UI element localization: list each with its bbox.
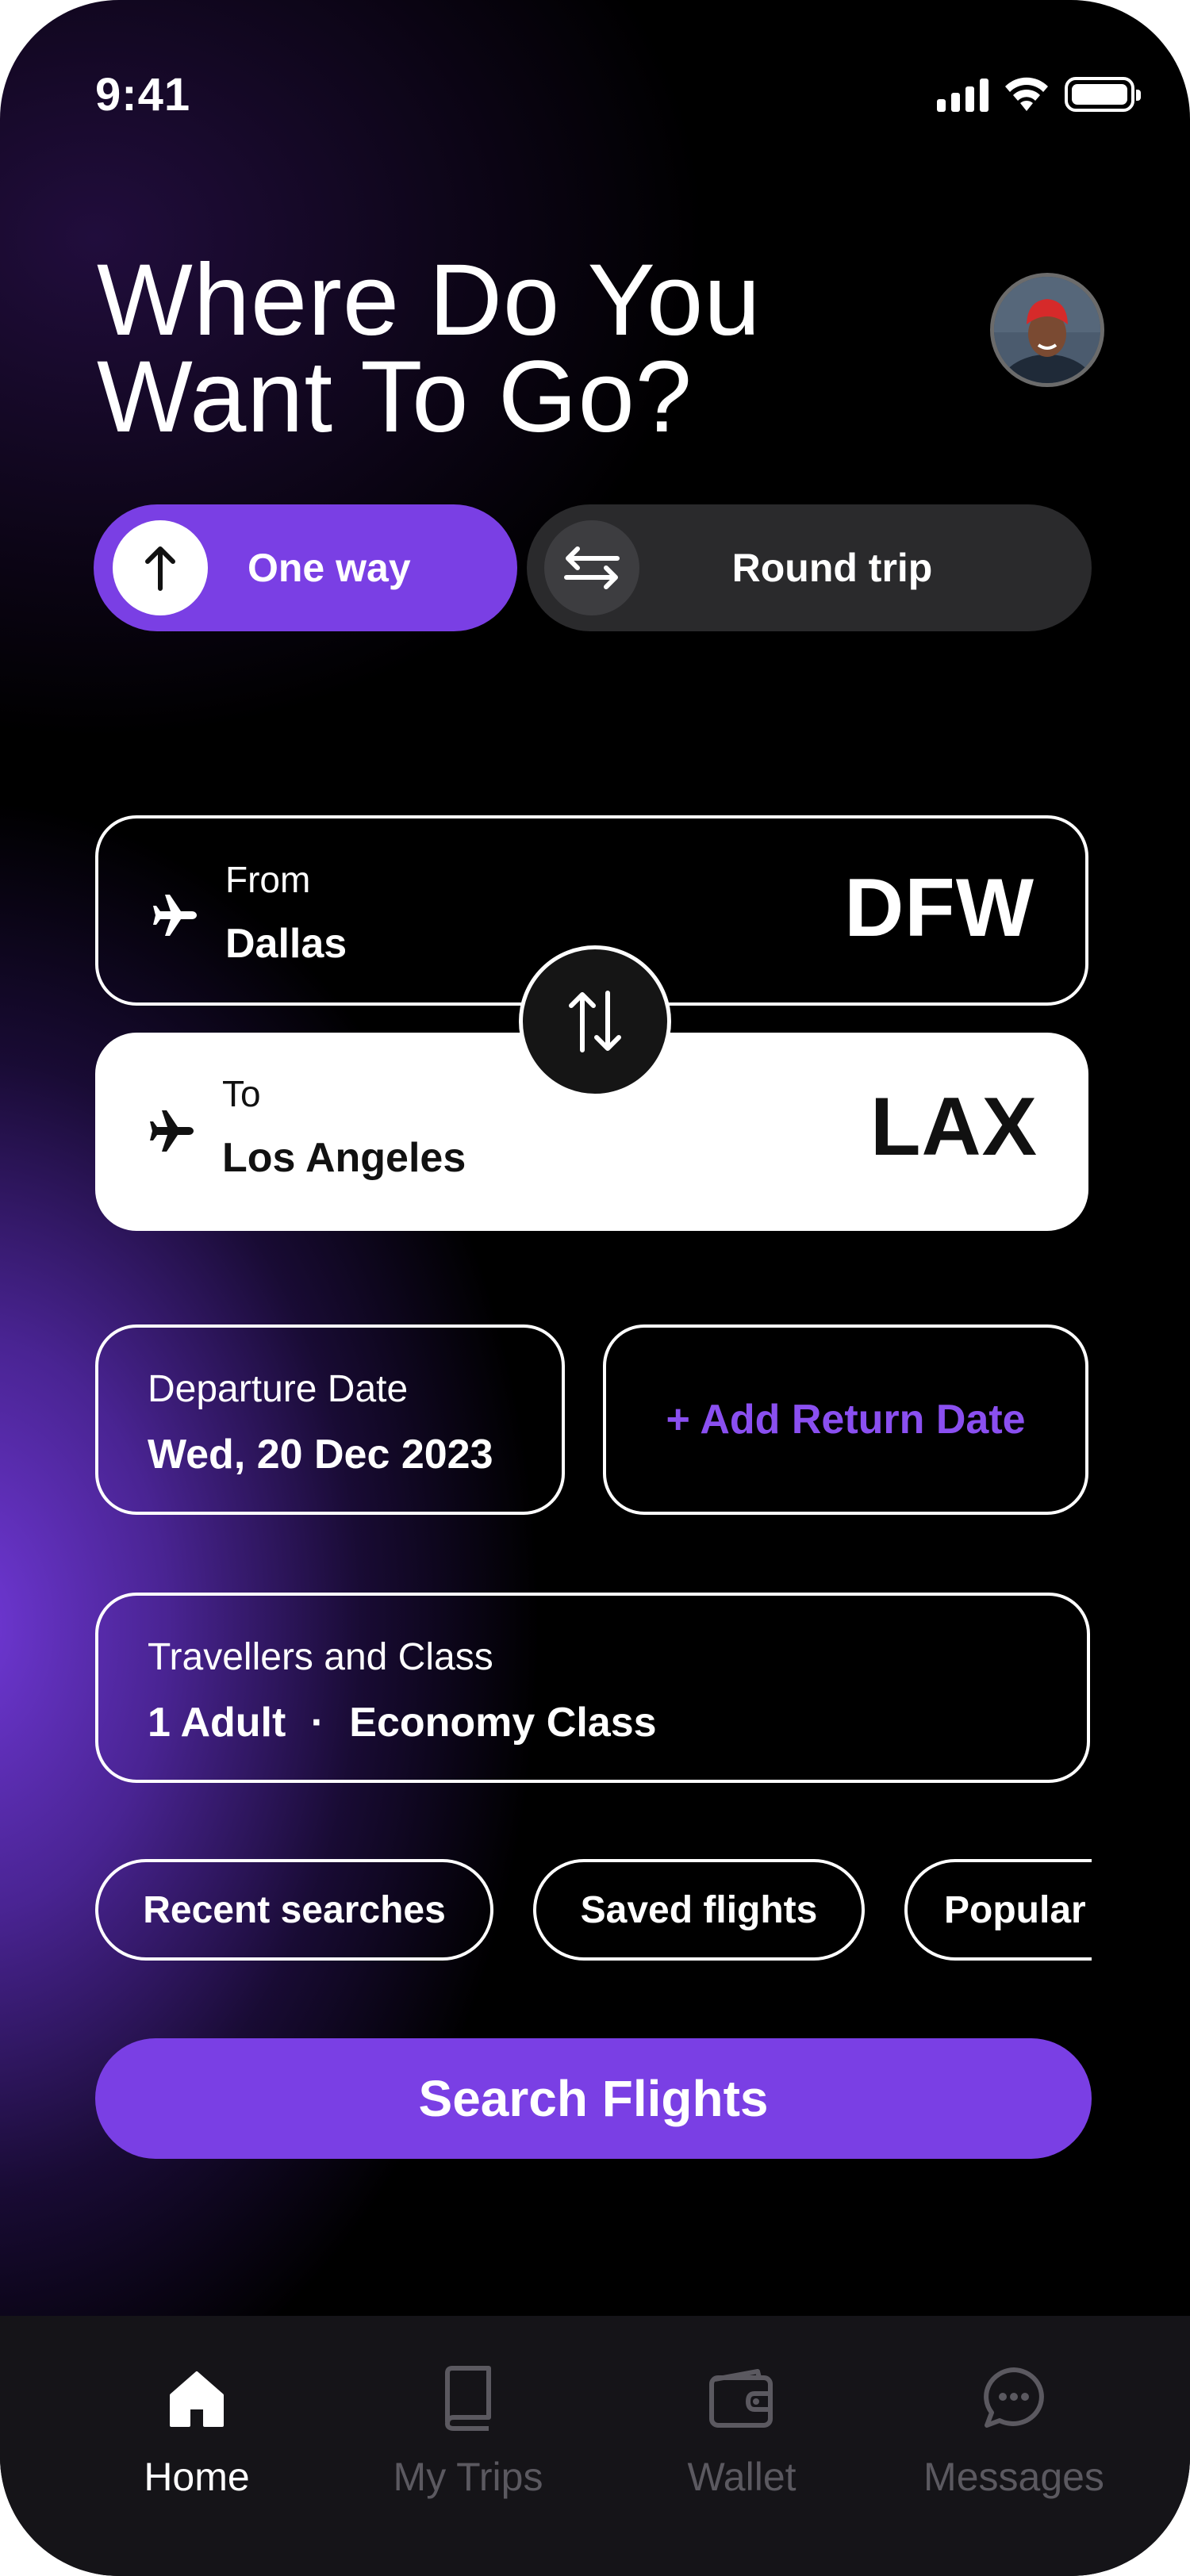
departure-date-card[interactable]: Departure Date Wed, 20 Dec 2023	[95, 1324, 565, 1515]
profile-photo	[994, 277, 1100, 383]
nav-my-trips[interactable]: My Trips	[341, 2365, 595, 2500]
travellers-class-card[interactable]: Travellers and Class 1 Adult · Economy C…	[95, 1593, 1090, 1783]
status-time: 9:41	[95, 69, 191, 121]
page-title: Where Do You Want To Go?	[97, 243, 762, 454]
signal-icon	[937, 77, 988, 112]
swap-vertical-icon	[569, 991, 621, 1052]
adults-count: 1 Adult	[148, 1700, 286, 1746]
swap-route-button[interactable]	[519, 945, 671, 1098]
from-airport-code: DFW	[844, 862, 1035, 954]
from-label: From	[225, 859, 311, 900]
nav-my-trips-label: My Trips	[393, 2455, 543, 2499]
chat-bubble-icon	[981, 2365, 1047, 2432]
travellers-value: 1 Adult · Economy Class	[148, 1699, 657, 1746]
nav-home[interactable]: Home	[70, 2365, 324, 2500]
arrow-up-icon	[145, 546, 175, 591]
nav-wallet-label: Wallet	[687, 2455, 797, 2499]
quick-filter-chips: Recent searches Saved flights Popular	[95, 1859, 1092, 1961]
chip-recent-searches[interactable]: Recent searches	[95, 1859, 493, 1961]
chip-popular[interactable]: Popular	[904, 1859, 1092, 1961]
battery-icon	[1065, 77, 1141, 112]
one-way-icon-circle	[113, 520, 208, 615]
wallet-icon	[708, 2365, 775, 2432]
round-trip-icon-circle	[544, 520, 639, 615]
round-trip-button[interactable]: Round trip	[527, 504, 1092, 631]
bottom-navigation: Home My Trips Wallet Messages	[0, 2316, 1190, 2576]
departure-date-label: Departure Date	[148, 1368, 409, 1410]
swap-horizontal-icon	[564, 546, 620, 589]
to-airport-code: LAX	[870, 1081, 1038, 1173]
departure-date-value: Wed, 20 Dec 2023	[148, 1432, 493, 1478]
separator-dot: ·	[310, 1700, 324, 1746]
app-screen: 9:41 Where Do You Want To Go? One way Ro…	[0, 0, 1190, 2576]
trip-type-toggle: One way Round trip	[94, 504, 1092, 631]
plane-icon	[150, 1110, 194, 1152]
add-return-date-button[interactable]: + Add Return Date	[603, 1324, 1088, 1515]
round-trip-label: Round trip	[731, 546, 933, 590]
one-way-button[interactable]: One way	[94, 504, 517, 631]
travellers-label: Travellers and Class	[148, 1636, 493, 1678]
nav-messages-label: Messages	[923, 2455, 1104, 2499]
plane-icon	[153, 895, 197, 936]
cabin-class: Economy Class	[349, 1700, 657, 1746]
home-icon	[163, 2365, 230, 2432]
one-way-label: One way	[248, 546, 411, 590]
status-icons	[937, 76, 1141, 113]
to-city: Los Angeles	[222, 1135, 466, 1181]
wifi-icon	[1005, 77, 1048, 111]
search-flights-button[interactable]: Search Flights	[95, 2038, 1092, 2159]
nav-wallet[interactable]: Wallet	[615, 2365, 869, 2500]
nav-home-label: Home	[144, 2455, 250, 2499]
nav-messages[interactable]: Messages	[887, 2365, 1141, 2500]
from-city: Dallas	[225, 921, 347, 967]
to-label: To	[222, 1073, 261, 1114]
add-return-date-label: + Add Return Date	[666, 1397, 1026, 1443]
book-icon	[435, 2365, 501, 2432]
chip-saved-flights[interactable]: Saved flights	[533, 1859, 865, 1961]
avatar[interactable]	[990, 273, 1104, 387]
